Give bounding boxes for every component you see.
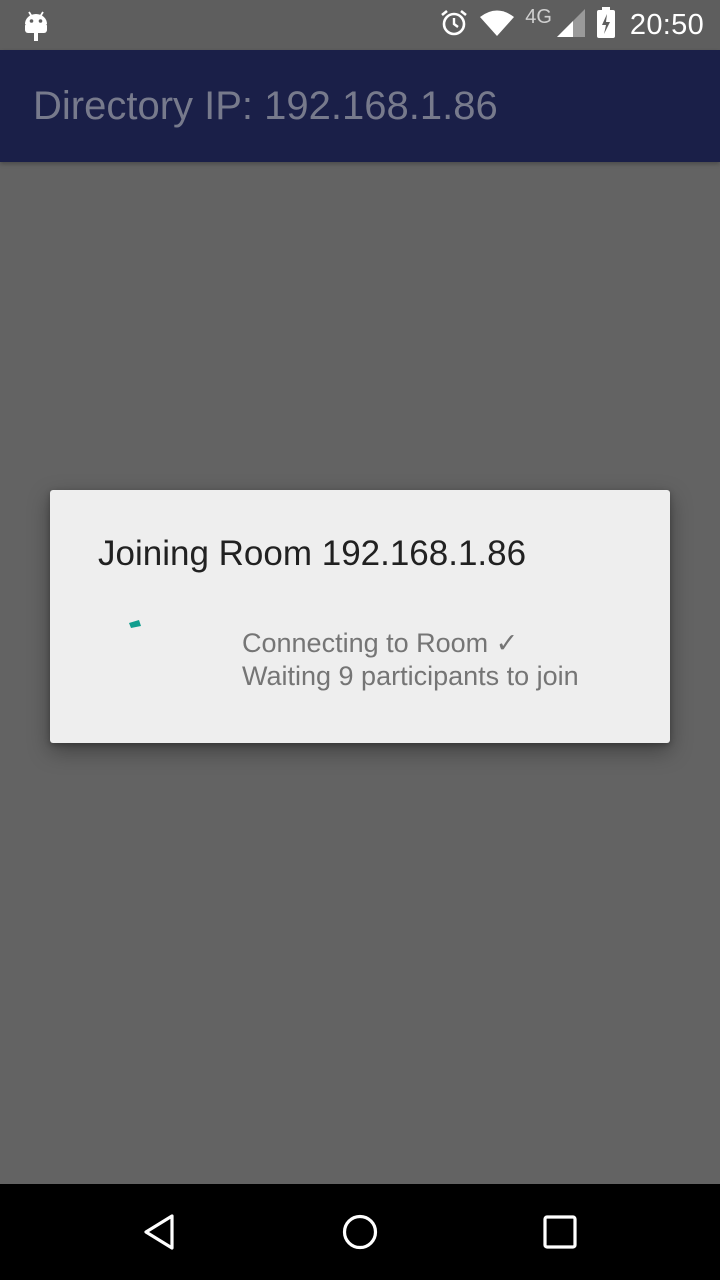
back-icon[interactable] [140, 1212, 180, 1252]
network-type-label: 4G [525, 5, 552, 28]
battery-charging-icon [596, 6, 616, 44]
dialog-message-waiting: Waiting 9 participants to join [242, 661, 579, 691]
progress-spinner [128, 618, 141, 628]
dialog-title: Joining Room 192.168.1.86 [98, 534, 527, 573]
progress-dialog: Joining Room 192.168.1.86 Connecting to … [50, 490, 670, 743]
dialog-message: Connecting to Room ✓ Waiting 9 participa… [242, 627, 579, 693]
app-bar-title: Directory IP: 192.168.1.86 [33, 84, 498, 128]
home-icon[interactable] [340, 1212, 380, 1252]
cell-signal-icon [556, 8, 586, 43]
status-time: 20:50 [629, 8, 704, 41]
wifi-icon [479, 9, 515, 42]
navigation-bar [0, 1184, 720, 1280]
dialog-message-connecting: Connecting to Room ✓ [242, 628, 519, 658]
app-bar: Directory IP: 192.168.1.86 [0, 50, 720, 162]
alarm-icon [439, 8, 469, 43]
recents-icon[interactable] [540, 1212, 580, 1252]
android-icon [22, 8, 50, 42]
status-bar: 4G 20:50 [0, 0, 720, 50]
